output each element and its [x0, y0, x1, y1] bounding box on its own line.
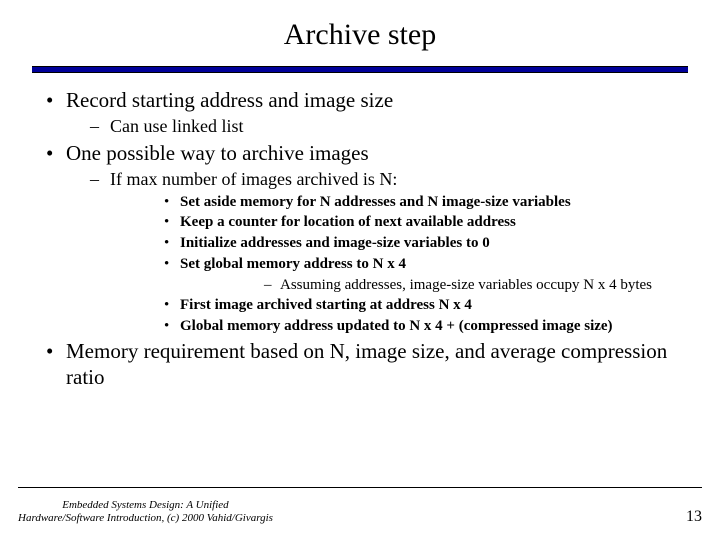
bullet-item: Global memory address updated to N x 4 +…: [110, 317, 684, 336]
bullet-text: Initialize addresses and image-size vari…: [180, 235, 490, 251]
bullet-text: Set global memory address to N x 4: [180, 256, 406, 272]
bullet-list-level2: Can use linked list: [66, 115, 684, 138]
bullet-list-level2: If max number of images archived is N: S…: [66, 168, 684, 336]
footer-credit: Embedded Systems Design: A Unified Hardw…: [18, 499, 273, 527]
bullet-text: One possible way to archive images: [66, 141, 369, 165]
page-number: 13: [686, 508, 702, 526]
bullet-item: First image archived starting at address…: [110, 296, 684, 315]
bullet-text: Keep a counter for location of next avai…: [180, 214, 516, 230]
content-area: Record starting address and image size C…: [36, 87, 684, 390]
bullet-item: Record starting address and image size C…: [42, 87, 684, 138]
bullet-list-level4: Assuming addresses, image-size variables…: [180, 276, 684, 295]
bullet-text: Set aside memory for N addresses and N i…: [180, 194, 571, 210]
bullet-item: One possible way to archive images If ma…: [42, 140, 684, 336]
bullet-item: Memory requirement based on N, image siz…: [42, 338, 684, 391]
bullet-item: Initialize addresses and image-size vari…: [110, 234, 684, 253]
bullet-item: Can use linked list: [66, 115, 684, 138]
bullet-list-level3: Set aside memory for N addresses and N i…: [110, 193, 684, 336]
slide-title: Archive step: [36, 18, 684, 52]
bullet-text: Memory requirement based on N, image siz…: [66, 339, 667, 389]
bullet-item: If max number of images archived is N: S…: [66, 168, 684, 336]
bullet-text: Can use linked list: [110, 116, 244, 136]
bullet-item: Set aside memory for N addresses and N i…: [110, 193, 684, 212]
bullet-text: First image archived starting at address…: [180, 297, 472, 313]
bullet-item: Assuming addresses, image-size variables…: [180, 276, 684, 295]
bullet-text: If max number of images archived is N:: [110, 169, 397, 189]
bullet-list-level1: Record starting address and image size C…: [42, 87, 684, 390]
footer-rule: [18, 487, 702, 489]
bullet-text: Global memory address updated to N x 4 +…: [180, 318, 613, 334]
bullet-text: Record starting address and image size: [66, 88, 393, 112]
footer-line1: Embedded Systems Design: A Unified: [62, 499, 228, 511]
bullet-item: Set global memory address to N x 4 Assum…: [110, 255, 684, 295]
bullet-text: Assuming addresses, image-size variables…: [280, 277, 652, 293]
bullet-item: Keep a counter for location of next avai…: [110, 213, 684, 232]
footer: Embedded Systems Design: A Unified Hardw…: [18, 499, 702, 527]
footer-line2: Hardware/Software Introduction, (c) 2000…: [18, 512, 273, 524]
title-rule: [32, 66, 688, 73]
slide: Archive step Record starting address and…: [0, 0, 720, 540]
